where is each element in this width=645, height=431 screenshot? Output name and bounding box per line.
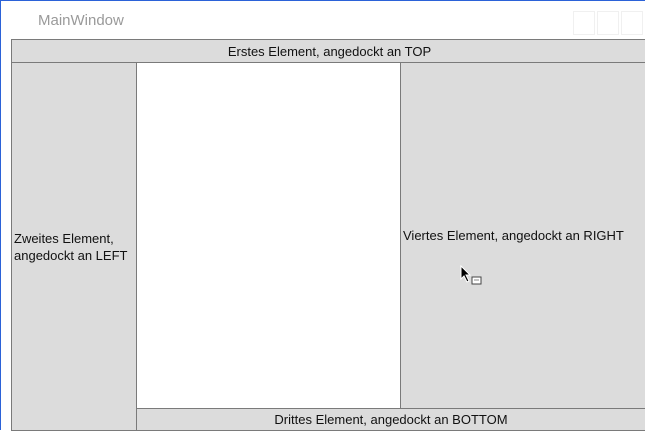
dock-left-element: Zweites Element, angedockt an LEFT [11, 62, 137, 431]
dock-left-label-line2: angedockt an LEFT [14, 247, 128, 263]
maximize-button[interactable] [597, 11, 619, 35]
dock-bottom-element: Drittes Element, angedockt an BOTTOM [136, 408, 645, 431]
dock-right-label: Viertes Element, angedockt an RIGHT [403, 228, 624, 243]
dock-top-label: Erstes Element, angedockt an TOP [227, 43, 432, 59]
close-button[interactable] [621, 11, 643, 35]
dock-panel: Erstes Element, angedockt an TOP Zweites… [9, 39, 645, 431]
window-title: MainWindow [38, 12, 124, 29]
title-bar[interactable]: MainWindow [2, 2, 645, 38]
dock-bottom-label: Drittes Element, angedockt an BOTTOM [274, 412, 508, 427]
minimize-button[interactable] [573, 11, 595, 35]
dock-left-label-line1: Zweites Element, [14, 230, 114, 246]
dock-top-element: Erstes Element, angedockt an TOP [11, 39, 645, 63]
fill-area [137, 63, 401, 408]
dock-left-label: Zweites Element, angedockt an LEFT [14, 230, 127, 264]
main-window: MainWindow Erstes Element, angedockt an … [0, 0, 645, 431]
dock-right-element: Viertes Element, angedockt an RIGHT [400, 62, 645, 409]
mouse-cursor-icon [460, 265, 482, 285]
